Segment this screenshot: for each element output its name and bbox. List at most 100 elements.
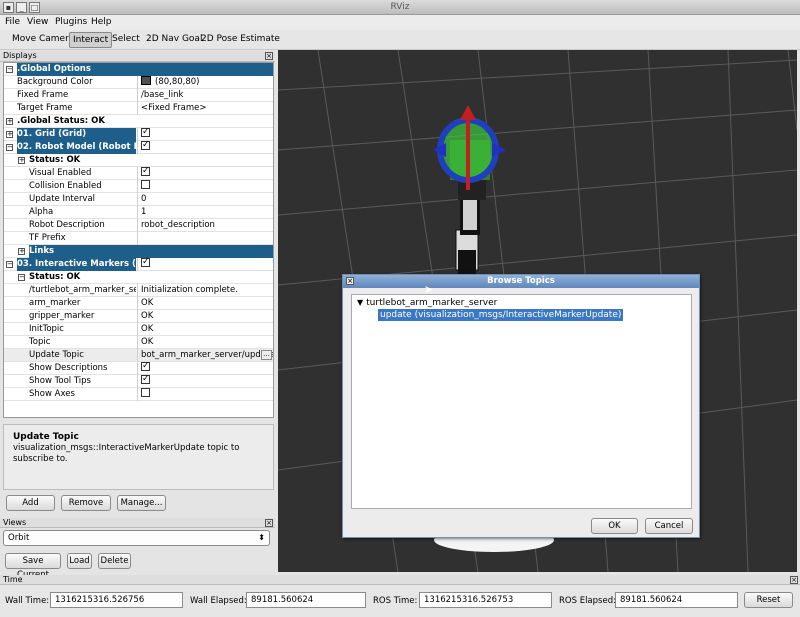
time-panel-header: Time ×	[0, 575, 800, 585]
tree-row-markers-status[interactable]: − Status: OK	[4, 271, 273, 284]
tree-row-visual-enabled[interactable]: Visual Enabled ✓	[4, 167, 273, 180]
topic-tree[interactable]: ▼ turtlebot_arm_marker_server update (vis…	[351, 294, 692, 509]
tree-row-global-status[interactable]: + .Global Status: OK	[4, 115, 273, 128]
expand-icon[interactable]: +	[6, 118, 13, 125]
displays-panel-header: Displays ×	[0, 51, 275, 62]
window-title: RViz	[390, 2, 410, 12]
ros-time-field[interactable]: 1316215316.526753	[419, 592, 552, 608]
expand-icon[interactable]: +	[18, 157, 25, 164]
wall-time-field[interactable]: 1316215316.526756	[50, 592, 183, 608]
dialog-titlebar: × Browse Topics	[343, 275, 699, 288]
tree-row-init-topic[interactable]: InitTopic OK	[4, 323, 273, 336]
wall-elapsed-label: Wall Elapsed:	[190, 596, 247, 606]
close-icon[interactable]: ×	[265, 519, 273, 527]
view-type-select[interactable]: Orbit ⬍	[3, 530, 270, 546]
tree-row-show-descriptions[interactable]: Show Descriptions ✓	[4, 362, 273, 375]
nav-goal-tool[interactable]: 2D Nav Goal	[143, 32, 205, 48]
menu-file[interactable]: File	[5, 17, 20, 27]
menu-plugins[interactable]: Plugins	[55, 17, 87, 27]
color-swatch[interactable]	[141, 76, 151, 85]
wall-time-label: Wall Time:	[5, 596, 50, 606]
tree-row-alpha[interactable]: Alpha 1	[4, 206, 273, 219]
tree-row-robot-description[interactable]: Robot Description robot_description	[4, 219, 273, 232]
save-view-button[interactable]: Save Current	[5, 553, 61, 580]
add-display-button[interactable]: Add	[6, 495, 55, 511]
delete-view-button[interactable]: Delete	[98, 553, 131, 569]
browse-topic-button[interactable]: ...	[261, 350, 272, 360]
views-header-label: Views	[3, 518, 27, 527]
tree-row-arm-marker[interactable]: arm_marker OK	[4, 297, 273, 310]
move-camera-tool[interactable]: Move Camera	[9, 32, 77, 48]
displays-tree[interactable]: − .Global Options Background Color (80,8…	[3, 62, 274, 418]
grid-enabled-checkbox[interactable]: ✓	[141, 128, 150, 137]
collapse-icon[interactable]: −	[6, 261, 13, 268]
tree-row-topic[interactable]: Topic OK	[4, 336, 273, 349]
interact-tool[interactable]: Interact	[69, 32, 113, 48]
ok-button[interactable]: OK	[591, 518, 638, 534]
update-topic-value[interactable]: bot_arm_marker_server/update	[141, 350, 273, 360]
property-description: Update Topic visualization_msgs::Interac…	[3, 424, 274, 490]
collapse-icon[interactable]: −	[18, 274, 25, 281]
ros-elapsed-field[interactable]: 89181.560624	[615, 592, 738, 608]
robot-model-enabled-checkbox[interactable]: ✓	[141, 141, 150, 150]
close-icon[interactable]: ×	[790, 576, 798, 584]
close-icon[interactable]: ×	[346, 277, 354, 285]
visual-enabled-checkbox[interactable]: ✓	[141, 167, 150, 176]
cancel-button[interactable]: Cancel	[645, 518, 693, 534]
show-descriptions-checkbox[interactable]: ✓	[141, 362, 150, 371]
tree-row-gripper-marker[interactable]: gripper_marker OK	[4, 310, 273, 323]
time-header-label: Time	[3, 575, 23, 584]
tree-row-background-color[interactable]: Background Color (80,80,80)	[4, 76, 273, 89]
tree-row-robot-status[interactable]: + Status: OK	[4, 154, 273, 167]
tree-row-grid[interactable]: + 01. Grid (Grid) ✓	[4, 128, 273, 141]
time-panel: Wall Time: 1316215316.526756 Wall Elapse…	[0, 585, 800, 617]
description-text: visualization_msgs::InteractiveMarkerUpd…	[13, 443, 240, 464]
tree-row-robot-model[interactable]: − 02. Robot Model (Robot Mod ✓	[4, 141, 273, 154]
description-title: Update Topic	[13, 432, 79, 442]
mouse-cursor-icon: ➤	[424, 283, 434, 296]
displays-header-label: Displays	[3, 51, 37, 60]
tree-row-show-tool-tips[interactable]: Show Tool Tips ✓	[4, 375, 273, 388]
tree-row-tf-prefix[interactable]: TF Prefix	[4, 232, 273, 245]
tree-row-interactive-markers[interactable]: − 03. Interactive Markers (In ✓	[4, 258, 273, 271]
tree-row-fixed-frame[interactable]: Fixed Frame /base_link	[4, 89, 273, 102]
select-tool[interactable]: Select	[109, 32, 143, 48]
remove-display-button[interactable]: Remove	[61, 495, 111, 511]
show-tool-tips-checkbox[interactable]: ✓	[141, 375, 150, 384]
dialog-title: Browse Topics	[487, 276, 555, 286]
collapse-icon[interactable]: −	[6, 144, 13, 151]
topic-tree-parent[interactable]: ▼ turtlebot_arm_marker_server	[357, 298, 497, 308]
tree-row-links[interactable]: + Links	[4, 245, 273, 258]
tree-row-update-interval[interactable]: Update Interval 0	[4, 193, 273, 206]
topic-tree-item-update[interactable]: update (visualization_msgs/InteractiveMa…	[378, 309, 624, 321]
chevron-updown-icon: ⬍	[258, 533, 265, 542]
tree-row-update-topic[interactable]: Update Topic bot_arm_marker_server/updat…	[4, 349, 273, 362]
tree-row-target-frame[interactable]: Target Frame <Fixed Frame>	[4, 102, 273, 115]
menu-view[interactable]: View	[27, 17, 48, 27]
reset-button[interactable]: Reset	[744, 592, 793, 608]
interactive-marker[interactable]	[433, 105, 506, 190]
menu-help[interactable]: Help	[91, 17, 112, 27]
interactive-markers-enabled-checkbox[interactable]: ✓	[141, 258, 150, 267]
browse-topics-dialog[interactable]: × Browse Topics ▼ turtlebot_arm_marker_se…	[342, 274, 700, 538]
close-icon[interactable]: ×	[265, 52, 273, 60]
tree-row-global-options[interactable]: − .Global Options	[4, 63, 273, 76]
collision-enabled-checkbox[interactable]	[141, 180, 150, 189]
triangle-down-icon[interactable]: ▼	[357, 298, 363, 307]
manage-displays-button[interactable]: Manage...	[117, 495, 166, 511]
ros-time-label: ROS Time:	[373, 596, 418, 606]
window-titlebar: ▪ _ □ RViz	[0, 0, 800, 15]
collapse-icon[interactable]: −	[6, 66, 13, 73]
expand-icon[interactable]: +	[6, 131, 13, 138]
tree-row-collision-enabled[interactable]: Collision Enabled	[4, 180, 273, 193]
tree-row-show-axes[interactable]: Show Axes	[4, 388, 273, 401]
expand-icon[interactable]: +	[18, 248, 25, 255]
pose-estimate-tool[interactable]: 2D Pose Estimate	[198, 32, 283, 48]
wall-elapsed-field[interactable]: 89181.560624	[246, 592, 366, 608]
tree-row-marker-server[interactable]: /turtlebot_arm_marker_server Initializat…	[4, 284, 273, 297]
load-view-button[interactable]: Load	[67, 553, 92, 569]
menu-bar: File View Plugins Help	[0, 15, 800, 30]
tool-toolbar: Move Camera Interact Select 2D Nav Goal …	[0, 30, 800, 50]
show-axes-checkbox[interactable]	[141, 388, 150, 397]
views-panel-header: Views ×	[0, 518, 275, 528]
